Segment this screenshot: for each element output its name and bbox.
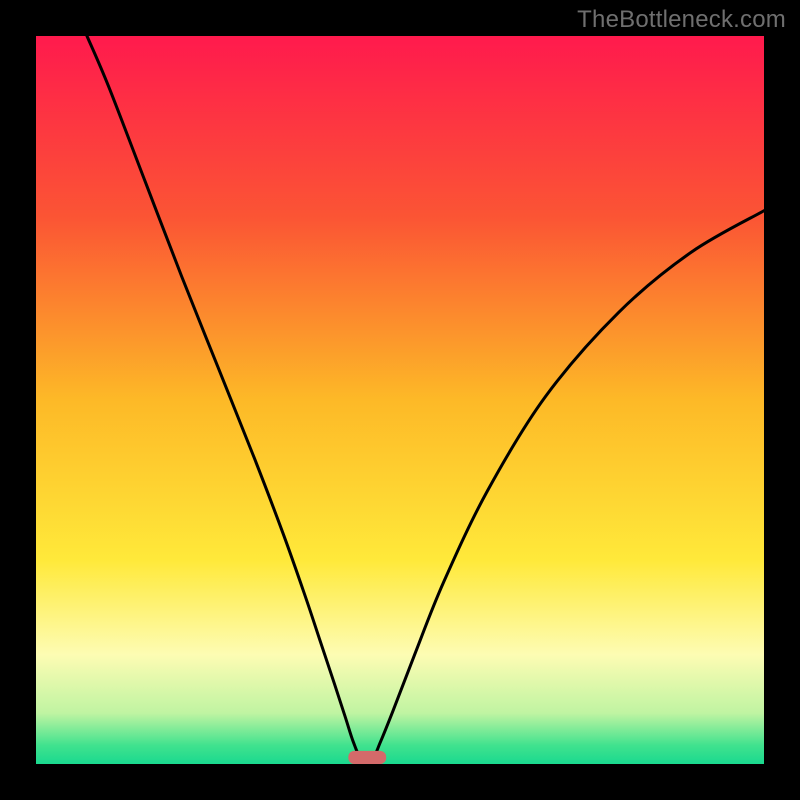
watermark-text: TheBottleneck.com: [577, 6, 786, 34]
chart-plot-area: [36, 36, 764, 764]
optimum-marker: [348, 751, 386, 764]
chart-container: { "watermark": "TheBottleneck.com", "cha…: [0, 0, 800, 800]
chart-svg: [0, 0, 800, 800]
